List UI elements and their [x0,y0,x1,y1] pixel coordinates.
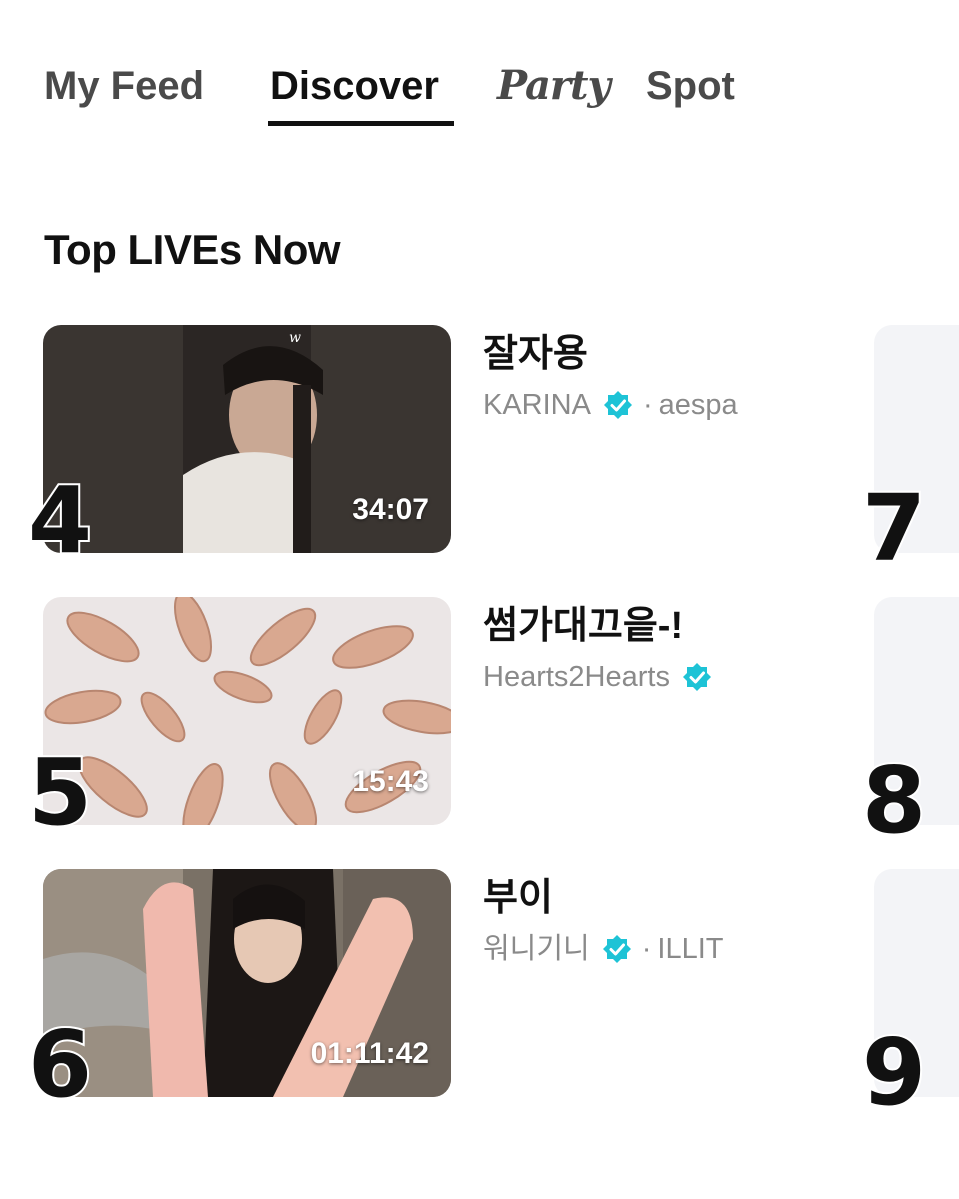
active-tab-indicator [268,121,454,126]
rank-number: 4 [26,467,94,574]
separator-dot: · [642,389,653,421]
live-meta: Hearts2Hearts [483,659,720,695]
tab-discover[interactable]: Discover [270,62,439,110]
live-thumbnail[interactable]: 01:11:42 [43,869,451,1097]
live-meta: 워니기니 · ILLIT [483,931,724,967]
live-meta: KARINA · aespa [483,387,738,423]
verified-badge-icon [602,935,631,963]
artist-name[interactable]: KARINA [483,387,591,423]
svg-text:w: w [289,330,301,346]
live-card[interactable]: w 34:07 4 잘자용 KARINA · aespa [0,325,959,569]
live-duration: 15:43 [352,765,429,798]
rank-number: 6 [26,1011,94,1118]
live-duration: 34:07 [352,493,429,526]
live-title[interactable]: 부이 [483,875,553,921]
live-thumbnail[interactable]: w 34:07 [43,325,451,553]
tab-spot[interactable]: Spot [646,62,735,110]
tab-my-feed[interactable]: My Feed [44,62,204,110]
side-rank-number: 9 [860,1019,928,1126]
section-title: Top LIVEs Now [44,226,341,273]
group-name[interactable]: ILLIT [657,931,723,967]
live-title[interactable]: 잘자용 [483,331,588,377]
artist-name[interactable]: Hearts2Hearts [483,659,670,695]
artist-name[interactable]: 워니기니 [483,931,590,967]
live-thumbnail[interactable]: 15:43 [43,597,451,825]
tab-party[interactable]: Party [497,62,611,110]
verified-badge-icon [603,391,632,419]
live-title[interactable]: 썸가대끄읕-! [483,603,683,649]
live-card[interactable]: 15:43 5 썸가대끄읕-! Hearts2Hearts [0,597,959,841]
group-name[interactable]: aespa [659,387,738,423]
separator-dot: · [641,933,652,965]
verified-badge-icon [682,663,711,691]
live-card[interactable]: 01:11:42 6 부이 워니기니 · ILLIT [0,869,959,1113]
rank-number: 5 [26,739,94,846]
side-rank-number: 8 [860,747,928,854]
side-rank-number: 7 [860,475,928,582]
top-tab-bar: My Feed Discover Party Spot [0,0,959,140]
live-duration: 01:11:42 [310,1037,429,1070]
